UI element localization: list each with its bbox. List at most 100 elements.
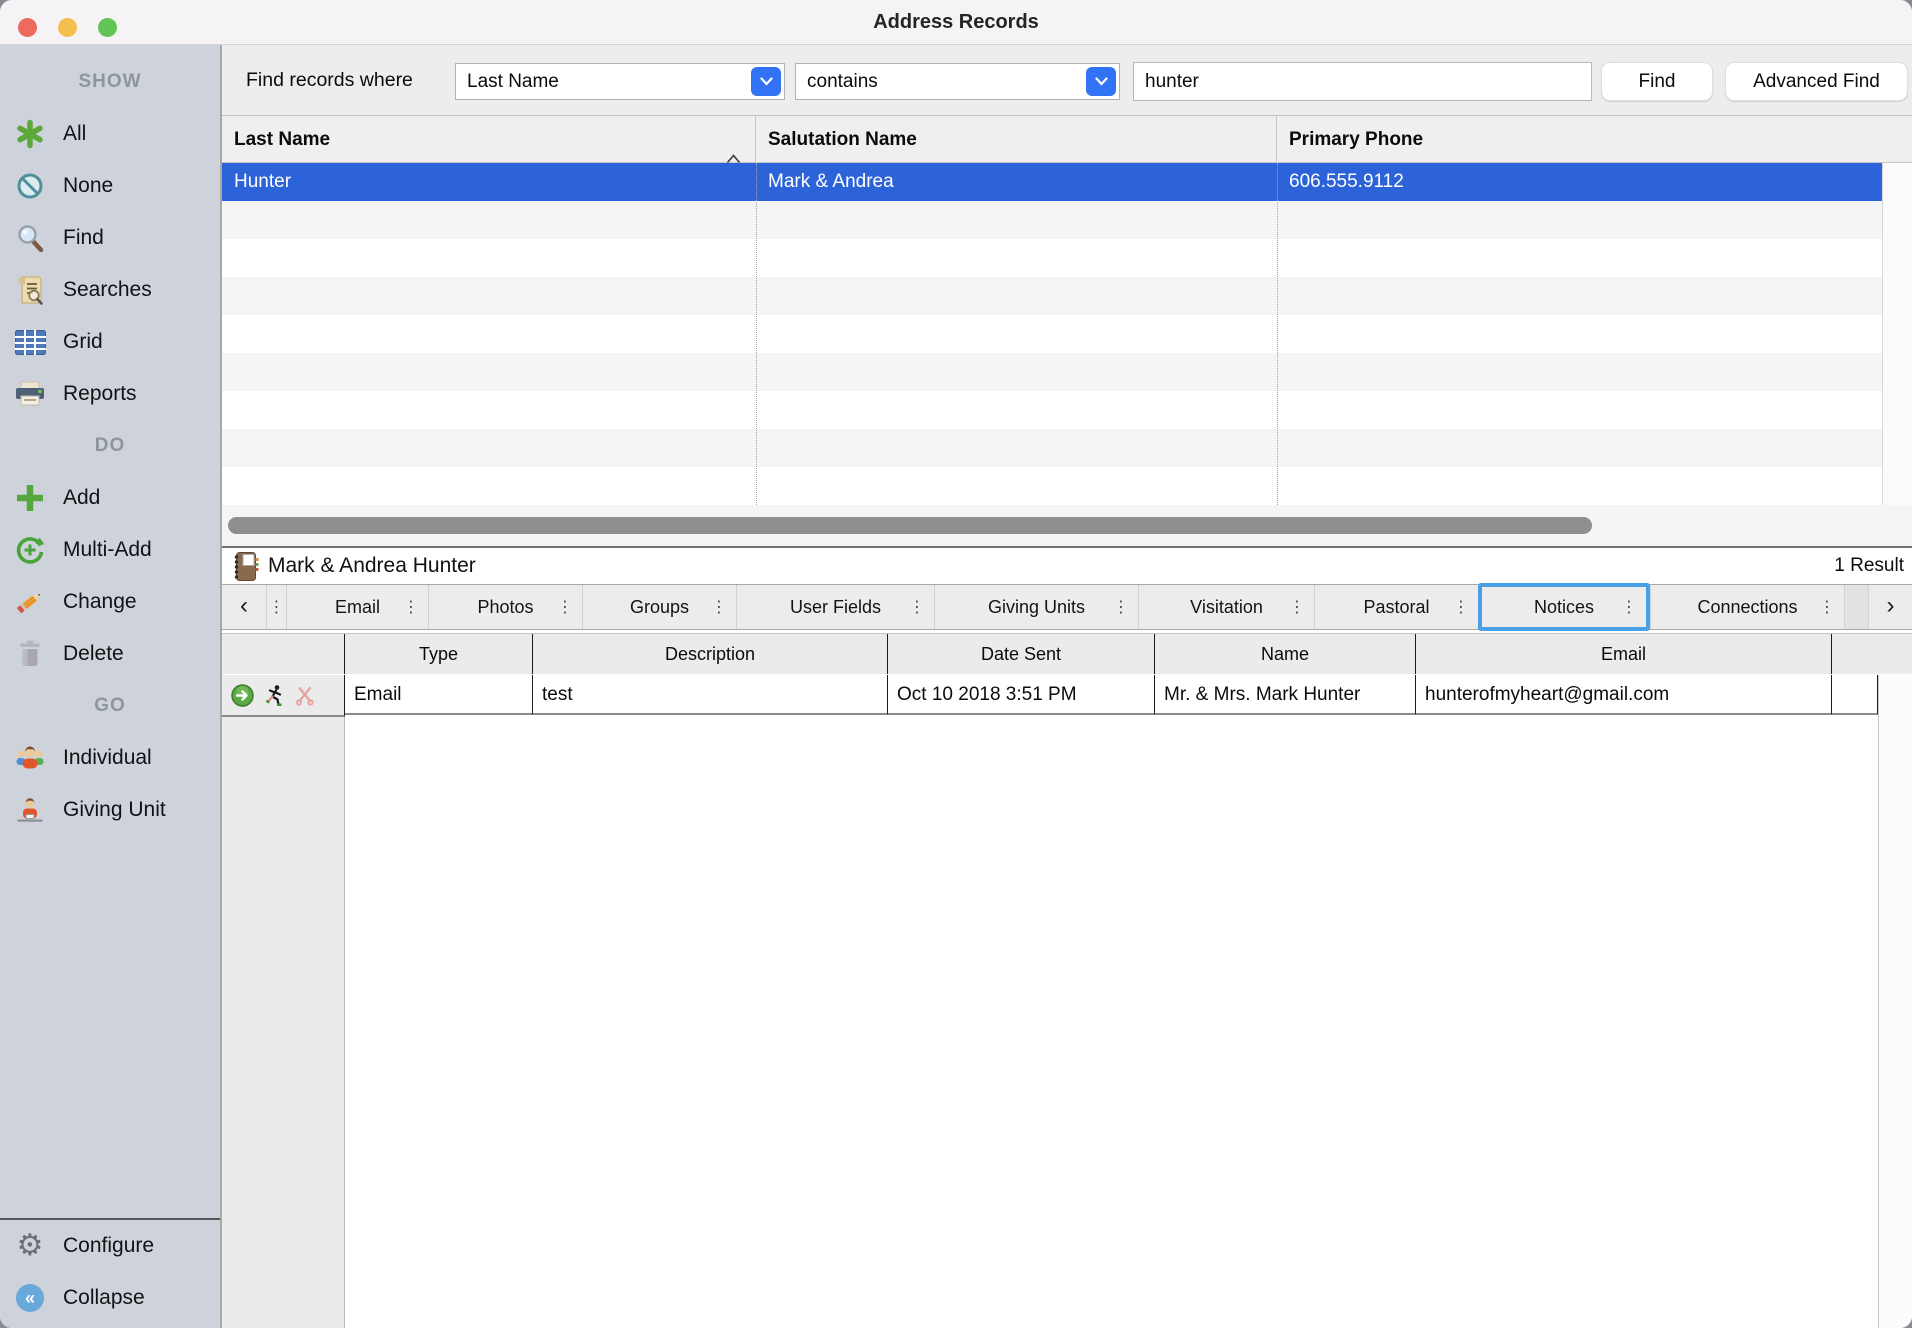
- trash-icon: [13, 637, 47, 671]
- grip-dots-icon[interactable]: ⋮: [1289, 597, 1305, 617]
- grip-dots-icon[interactable]: ⋮: [909, 597, 925, 617]
- notice-name-cell[interactable]: Mr. & Mrs. Mark Hunter: [1155, 675, 1416, 715]
- notices-column-date-sent[interactable]: Date Sent: [888, 634, 1155, 674]
- address-book-icon: [232, 551, 259, 587]
- cell-primary-phone: 606.555.9112: [1277, 163, 1404, 201]
- find-bar: Find records where Last Name contains Fi…: [222, 45, 1912, 116]
- go-to-notice-button[interactable]: [231, 684, 254, 707]
- find-operator-select[interactable]: contains: [795, 63, 1120, 100]
- notice-date-sent-cell[interactable]: Oct 10 2018 3:51 PM: [888, 675, 1155, 715]
- tab-visitation[interactable]: Visitation⋮: [1138, 585, 1314, 629]
- grip-dots-icon[interactable]: ⋮: [1113, 597, 1129, 617]
- find-query-input[interactable]: [1133, 62, 1592, 101]
- sidebar: SHOW All None Find: [0, 45, 222, 1328]
- notices-column-description[interactable]: Description: [533, 634, 888, 674]
- notice-description-cell[interactable]: test: [533, 675, 888, 715]
- tab-groups[interactable]: Groups⋮: [582, 585, 736, 629]
- sidebar-item-find[interactable]: Find: [0, 212, 220, 264]
- sidebar-section-go: GO: [0, 680, 220, 732]
- find-field-value: Last Name: [456, 71, 784, 93]
- notice-type-cell[interactable]: Email: [345, 675, 533, 715]
- tab-pastoral[interactable]: Pastoral⋮: [1314, 585, 1478, 629]
- saved-searches-icon: [13, 273, 47, 307]
- empty-row: [222, 391, 1882, 429]
- sidebar-item-delete[interactable]: Delete: [0, 628, 220, 680]
- main-panel: Find records where Last Name contains Fi…: [222, 45, 1912, 1328]
- column-header-last-name[interactable]: Last Name: [222, 116, 756, 163]
- record-header: Mark & Andrea Hunter 1 Result: [222, 548, 1912, 584]
- tabs-scroll-forward-button[interactable]: ›: [1868, 585, 1912, 629]
- column-divider: [1277, 163, 1278, 505]
- sidebar-item-add[interactable]: Add: [0, 472, 220, 524]
- actions-column-background: [222, 717, 345, 1328]
- run-action-icon[interactable]: [263, 684, 286, 707]
- sidebar-item-searches[interactable]: Searches: [0, 264, 220, 316]
- grip-dots-icon: ⋮: [269, 597, 285, 617]
- sidebar-item-label: Searches: [63, 278, 152, 302]
- address-records-window: Address Records SHOW All None: [0, 0, 1912, 1328]
- no-entry-icon: [13, 169, 47, 203]
- tabs-scroll-back-button[interactable]: ‹: [222, 585, 266, 629]
- window-title: Address Records: [0, 0, 1912, 45]
- notices-scrollbar-gutter: [1878, 675, 1912, 1328]
- tab-connections[interactable]: Connections⋮: [1650, 585, 1844, 629]
- sidebar-item-multi-add[interactable]: Multi-Add: [0, 524, 220, 576]
- sidebar-item-label: Delete: [63, 642, 124, 666]
- find-records-where-label: Find records where: [246, 45, 413, 116]
- sidebar-item-none[interactable]: None: [0, 160, 220, 212]
- horizontal-scrollbar-thumb[interactable]: [228, 517, 1592, 534]
- titlebar: Address Records: [0, 0, 1912, 45]
- sidebar-item-label: Add: [63, 486, 100, 510]
- sidebar-item-label: Change: [63, 590, 137, 614]
- notices-column-type[interactable]: Type: [345, 634, 533, 674]
- tab-user-fields[interactable]: User Fields⋮: [736, 585, 934, 629]
- results-table-header: Last Name Salutation Name Primary Phone: [222, 116, 1912, 163]
- grip-dots-icon[interactable]: ⋮: [711, 597, 727, 617]
- plus-icon: [13, 481, 47, 515]
- tab-notices-selected[interactable]: Notices⋮: [1478, 583, 1650, 631]
- notices-table-header: Type Description Date Sent Name Email: [222, 633, 1912, 673]
- sidebar-item-all[interactable]: All: [0, 108, 220, 160]
- tab-grip-handle[interactable]: ⋮: [266, 585, 286, 629]
- grip-dots-icon[interactable]: ⋮: [1453, 597, 1469, 617]
- find-field-select[interactable]: Last Name: [455, 63, 785, 100]
- collapse-icon: «: [13, 1281, 47, 1315]
- column-divider: [756, 163, 757, 505]
- tab-photos[interactable]: Photos⋮: [428, 585, 582, 629]
- grip-dots-icon[interactable]: ⋮: [1621, 597, 1637, 617]
- printer-icon: [13, 377, 47, 411]
- grid-icon: [13, 325, 47, 359]
- sidebar-item-individual[interactable]: Individual: [0, 732, 220, 784]
- notices-column-email[interactable]: Email: [1416, 634, 1832, 674]
- notices-column-extra: [1832, 634, 1912, 674]
- scissors-icon[interactable]: [295, 685, 315, 706]
- sidebar-item-label: None: [63, 174, 113, 198]
- sidebar-item-grid[interactable]: Grid: [0, 316, 220, 368]
- vertical-scrollbar-gutter: [1882, 163, 1912, 505]
- empty-row: [222, 467, 1882, 505]
- tab-giving-units[interactable]: Giving Units⋮: [934, 585, 1138, 629]
- sidebar-item-change[interactable]: Change: [0, 576, 220, 628]
- sidebar-section-do: DO: [0, 420, 220, 472]
- sidebar-section-show: SHOW: [0, 56, 220, 108]
- find-button[interactable]: Find: [1601, 62, 1713, 101]
- column-header-salutation-name[interactable]: Salutation Name: [756, 116, 1277, 163]
- people-icon: [13, 741, 47, 775]
- advanced-find-button[interactable]: Advanced Find: [1725, 62, 1908, 101]
- sidebar-item-reports[interactable]: Reports: [0, 368, 220, 420]
- grip-dots-icon[interactable]: ⋮: [557, 597, 573, 617]
- configure-button[interactable]: ⚙ Configure: [0, 1220, 220, 1272]
- empty-row: [222, 201, 1882, 239]
- notices-column-name[interactable]: Name: [1155, 634, 1416, 674]
- sidebar-item-giving-unit[interactable]: Giving Unit: [0, 784, 220, 836]
- column-header-primary-phone[interactable]: Primary Phone: [1277, 116, 1912, 163]
- result-row-selected[interactable]: Hunter Mark & Andrea 606.555.9112: [222, 163, 1882, 201]
- gear-icon: ⚙: [13, 1229, 47, 1263]
- tab-email[interactable]: Email⋮: [286, 585, 428, 629]
- chevron-right-icon: ›: [1887, 592, 1895, 623]
- notice-email-cell[interactable]: hunterofmyheart@gmail.com: [1416, 675, 1832, 715]
- horizontal-scrollbar-track[interactable]: [222, 505, 1912, 546]
- collapse-button[interactable]: « Collapse: [0, 1272, 220, 1324]
- grip-dots-icon[interactable]: ⋮: [1819, 597, 1835, 617]
- grip-dots-icon[interactable]: ⋮: [403, 597, 419, 617]
